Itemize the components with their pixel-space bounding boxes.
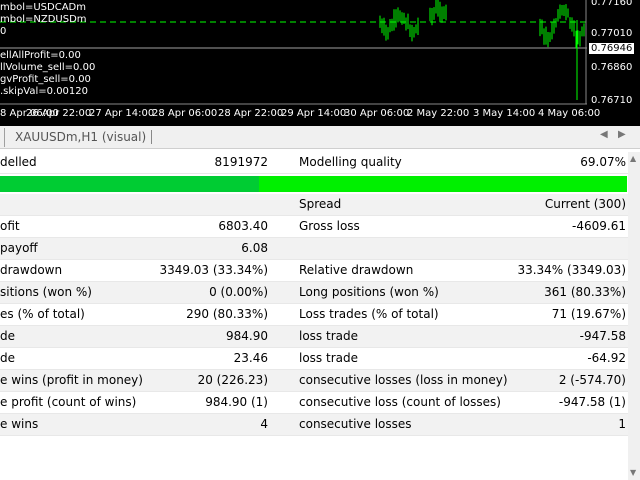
quality-bar-fill — [0, 176, 259, 192]
row-value-right: 361 (80.33%) — [544, 285, 626, 299]
row-label-right: Relative drawdown — [299, 263, 414, 277]
row-label-left: de — [0, 329, 15, 343]
price-label: 0.77160 — [591, 0, 633, 8]
row-label-left: e wins (profit in money) — [0, 373, 143, 387]
tab-xauusdm-h1-visual[interactable]: XAUUSDm,H1 (visual) — [4, 128, 154, 147]
modelling-quality-value: 69.07% — [580, 155, 626, 169]
modelled-value: 8191972 — [214, 155, 268, 169]
time-label: 3 May 14:00 — [473, 108, 536, 119]
current-price-box: 0.76946 — [588, 42, 636, 55]
time-label: 30 Apr 06:00 — [344, 108, 410, 119]
time-label: 28 Apr 22:00 — [218, 108, 284, 119]
modelling-quality-label: Modelling quality — [299, 155, 402, 169]
time-label: 4 May 06:00 — [538, 108, 601, 119]
row-label-left: ofit — [0, 219, 20, 233]
indicator-line-6: gvProfit_sell=0.00 — [0, 74, 91, 85]
row-value-right: 1 — [618, 417, 626, 431]
indicator-line-5: llVolume_sell=0.00 — [0, 62, 96, 73]
row-value-left: 984.90 (1) — [205, 395, 268, 409]
row-label-left: de — [0, 351, 15, 365]
indicator-line-3: 0 — [0, 26, 7, 37]
row-value-right: -4609.61 — [572, 219, 626, 233]
row-label-right: Spread — [299, 197, 342, 211]
time-label: 26 Apr 22:00 — [26, 108, 92, 119]
table-row: e wins (profit in money) 20 (226.23) con… — [0, 370, 628, 392]
row-label-left: sitions (won %) — [0, 285, 92, 299]
row-value-left: 3349.03 (33.34%) — [159, 263, 268, 277]
indicator-line-1: mbol=USDCADm — [0, 2, 86, 13]
table-row: de 23.46 loss trade -64.92 — [0, 348, 628, 370]
report-scrollbar[interactable]: ▲ ▼ — [628, 152, 640, 480]
price-label: 0.76860 — [591, 62, 633, 73]
scroll-up-icon[interactable]: ▲ — [630, 154, 636, 163]
row-label-left: drawdown — [0, 263, 63, 277]
scroll-down-icon[interactable]: ▼ — [630, 468, 636, 477]
row-label-right: loss trade — [299, 329, 358, 343]
table-row: payoff 6.08 — [0, 238, 628, 260]
indicator-line-2: mbol=NZDUSDm — [0, 14, 87, 25]
table-row: es (% of total) 290 (80.33%) Loss trades… — [0, 304, 628, 326]
row-label-right: loss trade — [299, 351, 358, 365]
table-row: drawdown 3349.03 (33.34%) Relative drawd… — [0, 260, 628, 282]
table-row: e profit (count of wins) 984.90 (1) cons… — [0, 392, 628, 414]
table-row: e wins 4 consecutive losses 1 — [0, 414, 628, 436]
row-value-left: 4 — [260, 417, 268, 431]
table-row: Spread Current (300) — [0, 194, 628, 216]
price-label: 0.76710 — [591, 95, 633, 106]
row-value-left: 23.46 — [233, 351, 268, 365]
table-row: sitions (won %) 0 (0.00%) Long positions… — [0, 282, 628, 304]
row-value-right: -947.58 — [579, 329, 626, 343]
table-row: ofit 6803.40 Gross loss -4609.61 — [0, 216, 628, 238]
row-label-right: Long positions (won %) — [299, 285, 439, 299]
row-value-right: 2 (-574.70) — [558, 373, 626, 387]
row-label-left: e profit (count of wins) — [0, 395, 137, 409]
time-label: 28 Apr 06:00 — [152, 108, 218, 119]
row-value-left: 984.90 — [226, 329, 268, 343]
row-value-right: 33.34% (3349.03) — [517, 263, 626, 277]
tab-separator — [151, 130, 152, 144]
row-value-left: 20 (226.23) — [197, 373, 268, 387]
modelled-label: delled — [0, 155, 37, 169]
backtest-report: delled 8191972 Modelling quality 69.07% … — [0, 152, 628, 436]
row-label-left: es (% of total) — [0, 307, 85, 321]
price-chart[interactable]: mbol=USDCADm mbol=NZDUSDm 0 ellAllProfit… — [0, 0, 640, 126]
modelling-quality-bar — [0, 174, 628, 194]
indicator-line-4: ellAllProfit=0.00 — [0, 50, 81, 61]
price-label: 0.77010 — [591, 28, 633, 39]
row-value-right: 71 (19.67%) — [551, 307, 626, 321]
row-value-right: -947.58 (1) — [558, 395, 626, 409]
modelled-row: delled 8191972 Modelling quality 69.07% — [0, 152, 628, 174]
row-label-left: e wins — [0, 417, 39, 431]
row-value-right: Current (300) — [544, 197, 626, 211]
triangle-right-icon[interactable]: ▶ — [618, 129, 626, 140]
row-label-right: consecutive loss (count of losses) — [299, 395, 501, 409]
row-label-left: payoff — [0, 241, 38, 255]
time-label: 27 Apr 14:00 — [89, 108, 155, 119]
chart-tab-bar: XAUUSDm,H1 (visual) ◀ ▶ — [0, 126, 640, 149]
row-label-right: Gross loss — [299, 219, 360, 233]
row-label-right: consecutive losses — [299, 417, 412, 431]
triangle-left-icon[interactable]: ◀ — [600, 129, 608, 140]
candles-group — [379, 0, 585, 100]
row-label-right: Loss trades (% of total) — [299, 307, 439, 321]
row-value-left: 290 (80.33%) — [186, 307, 268, 321]
row-value-left: 6803.40 — [218, 219, 268, 233]
row-label-right: consecutive losses (loss in money) — [299, 373, 508, 387]
time-label: 29 Apr 14:00 — [281, 108, 347, 119]
indicator-line-7: .skipVal=0.00120 — [0, 86, 89, 97]
row-value-right: -64.92 — [587, 351, 626, 365]
time-label: 2 May 22:00 — [407, 108, 470, 119]
table-row: de 984.90 loss trade -947.58 — [0, 326, 628, 348]
row-value-left: 6.08 — [241, 241, 268, 255]
row-value-left: 0 (0.00%) — [209, 285, 268, 299]
